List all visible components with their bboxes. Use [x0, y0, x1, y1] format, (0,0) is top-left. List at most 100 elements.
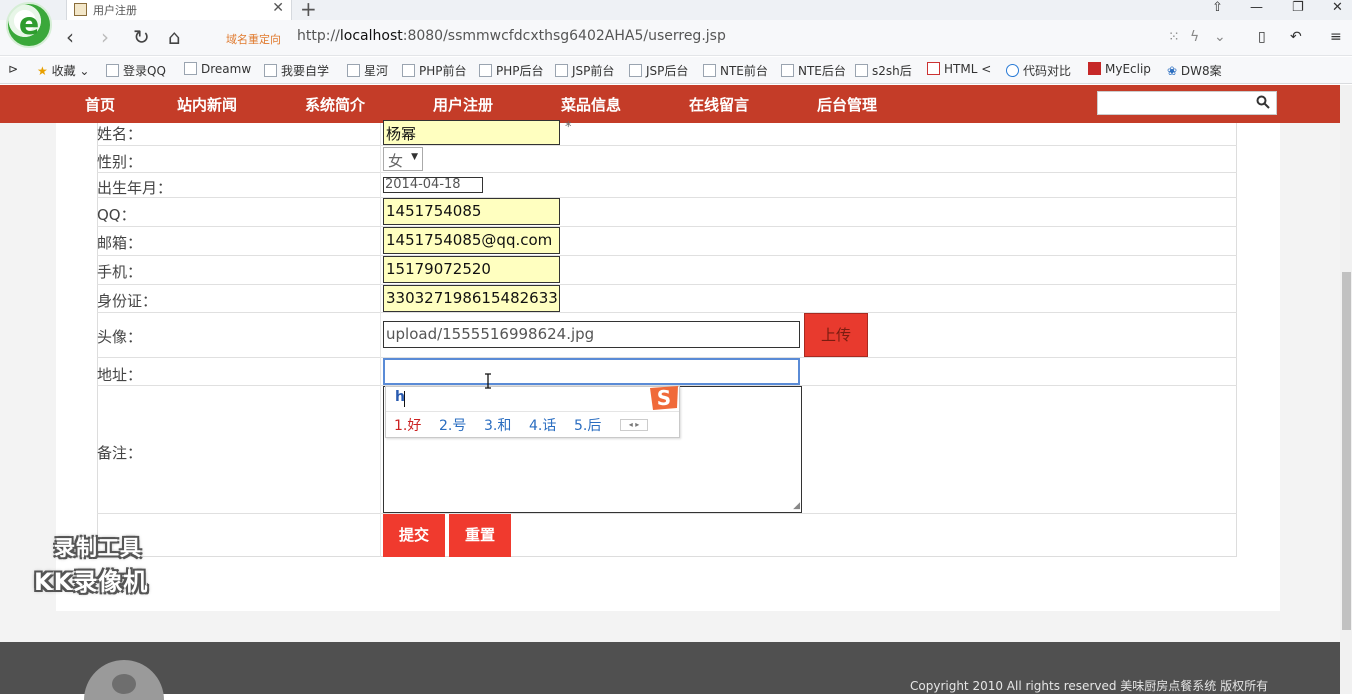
bookmark-item[interactable]: NTE后台	[781, 62, 846, 79]
lightning-icon[interactable]: ϟ	[1190, 29, 1199, 45]
nav-admin[interactable]: 后台管理	[817, 94, 877, 115]
phone-label: 手机：	[97, 263, 143, 281]
nav-about[interactable]: 系统简介	[305, 94, 365, 115]
ime-candidate[interactable]: 3.和	[484, 415, 511, 435]
row-divider	[97, 226, 1237, 227]
avatar-path-field[interactable]: upload/1555516998624.jpg	[383, 321, 800, 348]
nav-dishes[interactable]: 菜品信息	[561, 94, 621, 115]
name-label: 姓名：	[97, 125, 143, 143]
bookmark-item[interactable]: HTML <	[927, 62, 991, 76]
notes-label: 备注：	[97, 444, 143, 462]
nav-messages[interactable]: 在线留言	[689, 94, 749, 115]
phone-field[interactable]: 15179072520	[383, 256, 560, 283]
ime-candidate[interactable]: 5.后	[574, 415, 601, 435]
resize-grip-icon[interactable]: ◢	[793, 501, 800, 511]
home-icon[interactable]: ⌂	[168, 26, 181, 48]
bookmark-item[interactable]: MyEclip	[1088, 62, 1151, 76]
site-icon	[927, 62, 940, 75]
required-mark: *	[565, 120, 572, 135]
bookmark-label: NTE后台	[798, 64, 846, 78]
bookmark-item[interactable]: ❀ DW8案	[1167, 62, 1222, 79]
new-tab-button[interactable]: +	[300, 0, 317, 21]
dropdown-chevron-icon[interactable]: ⌄	[1214, 29, 1226, 45]
pin-icon[interactable]: ⇧	[1212, 0, 1223, 15]
svg-text:S: S	[657, 386, 671, 410]
ime-candidate[interactable]: 1.好	[394, 415, 421, 435]
sex-label: 性别：	[97, 153, 143, 171]
bookmark-label: Dreamw	[201, 62, 252, 76]
forward-icon[interactable]: ›	[101, 26, 109, 48]
bookmark-item[interactable]: PHP后台	[479, 62, 544, 79]
upload-button[interactable]: 上传	[804, 313, 868, 357]
page-favicon-icon	[74, 3, 87, 16]
select-arrow-icon: ▼	[411, 152, 418, 162]
row-divider	[97, 197, 1237, 198]
watermark-line2: KK录像机	[34, 568, 149, 596]
back-icon[interactable]: ‹	[66, 26, 74, 48]
window-close-icon[interactable]: ✕	[1332, 0, 1343, 15]
address-bar[interactable]: http://localhost:8080/ssmmwcfdcxthsg6402…	[297, 28, 726, 44]
bookmark-item[interactable]: 我要自学	[264, 62, 329, 79]
bookmark-item[interactable]: 代码对比	[1006, 62, 1071, 79]
page-icon	[703, 64, 716, 77]
search-icon[interactable]	[1256, 95, 1270, 109]
bookmark-item[interactable]: 星河	[347, 62, 388, 79]
menu-icon[interactable]: ≡	[1330, 29, 1342, 45]
browser-tab[interactable]: 用户注册 ✕	[66, 0, 292, 20]
bookmark-item[interactable]: Dreamw	[184, 62, 251, 76]
site-search-input[interactable]	[1097, 91, 1277, 115]
sex-select[interactable]: 女 ▼	[383, 147, 423, 171]
refresh-icon[interactable]: ↻	[133, 26, 150, 48]
email-label: 邮箱：	[97, 234, 143, 252]
site-icon	[855, 64, 868, 77]
text-cursor-icon	[485, 373, 491, 389]
url-prefix: http://	[297, 28, 340, 44]
ime-page-arrows-icon[interactable]: ◂ ▸	[620, 419, 648, 431]
bookmark-label: PHP前台	[419, 64, 467, 78]
id-card-field[interactable]: 330327198615482633	[383, 285, 560, 312]
bookmark-label: s2sh后	[872, 64, 912, 78]
redirect-label: 域名重定向	[226, 33, 281, 46]
ime-candidate[interactable]: 4.话	[529, 415, 556, 435]
sidebar-toggle-icon[interactable]: ⊳	[8, 62, 18, 76]
id-card-label: 身份证：	[97, 292, 158, 310]
email-field[interactable]: 1451754085@qq.com	[383, 227, 560, 254]
name-field[interactable]: 杨幂	[383, 120, 560, 145]
restore-icon[interactable]: ❐	[1292, 0, 1304, 15]
tab-close-icon[interactable]: ✕	[272, 0, 284, 16]
bookmark-item[interactable]: NTE前台	[703, 62, 768, 79]
bookmark-item[interactable]: 登录QQ	[106, 62, 166, 79]
nav-home[interactable]: 首页	[85, 94, 115, 115]
reset-button[interactable]: 重置	[449, 514, 511, 557]
row-divider	[97, 312, 1237, 313]
row-divider	[97, 172, 1237, 173]
bookmark-favorites[interactable]: ★ 收藏 ⌄	[37, 62, 89, 79]
submit-button[interactable]: 提交	[383, 514, 445, 557]
address-field[interactable]	[383, 358, 800, 385]
scrollbar-thumb[interactable]	[1342, 272, 1351, 630]
bookmark-item[interactable]: JSP后台	[629, 62, 688, 79]
minimize-icon[interactable]: —	[1250, 0, 1263, 15]
page-icon	[479, 64, 492, 77]
bookmark-label: NTE前台	[720, 64, 768, 78]
birth-label: 出生年月：	[97, 179, 173, 197]
nav-news[interactable]: 站内新闻	[177, 94, 237, 115]
bookmark-item[interactable]: PHP前台	[402, 62, 467, 79]
ime-divider	[386, 411, 679, 412]
bookmark-label: JSP前台	[572, 64, 615, 78]
qq-field[interactable]: 1451754085	[383, 198, 560, 225]
url-host: localhost	[339, 28, 403, 44]
footer-logo-icon	[84, 660, 164, 700]
ime-candidate[interactable]: 2.号	[439, 415, 466, 435]
apps-grid-icon[interactable]: ⁙	[1168, 29, 1180, 45]
row-divider	[97, 145, 1237, 146]
nav-register[interactable]: 用户注册	[433, 94, 493, 115]
birth-date-field[interactable]: 2014-04-18	[383, 177, 483, 193]
bookmark-icon[interactable]: ▯	[1258, 29, 1266, 45]
browser-logo-icon: e	[6, 2, 52, 48]
undo-icon[interactable]: ↶	[1290, 29, 1302, 45]
bookmark-label: JSP后台	[646, 64, 689, 78]
bookmark-item[interactable]: JSP前台	[555, 62, 614, 79]
tab-title: 用户注册	[93, 4, 137, 17]
bookmark-item[interactable]: s2sh后	[855, 62, 912, 79]
